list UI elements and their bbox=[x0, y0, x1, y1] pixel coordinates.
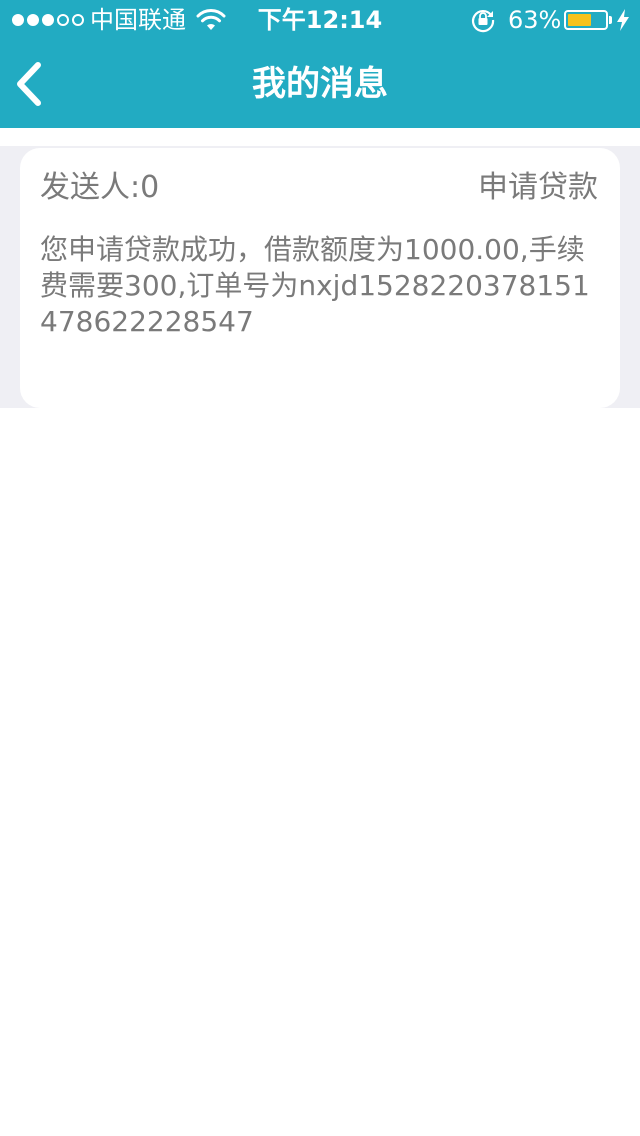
status-bar: 中国联通 下午12:14 63% bbox=[0, 0, 640, 40]
battery-nub bbox=[609, 16, 612, 24]
message-sender: 发送人:0 bbox=[40, 170, 160, 205]
back-button[interactable] bbox=[0, 40, 90, 128]
message-body: 您申请贷款成功，借款额度为1000.00,手续费需要300,订单号为nxjd15… bbox=[40, 233, 590, 338]
rotation-lock-icon bbox=[472, 10, 495, 33]
message-card[interactable]: 发送人:0 申请贷款 您申请贷款成功，借款额度为1000.00,手续费需要300… bbox=[20, 148, 620, 408]
chevron-left-icon bbox=[17, 62, 41, 106]
app-header: 中国联通 下午12:14 63% 我的消息 bbox=[0, 0, 640, 128]
charging-bolt-icon bbox=[617, 9, 629, 31]
battery-level-fill bbox=[568, 14, 591, 26]
battery-icon bbox=[564, 10, 608, 30]
battery-percent: 63% bbox=[508, 6, 562, 34]
message-type: 申请贷款 bbox=[478, 170, 598, 205]
page-title: 我的消息 bbox=[252, 64, 388, 104]
navigation-bar: 我的消息 bbox=[0, 40, 640, 128]
